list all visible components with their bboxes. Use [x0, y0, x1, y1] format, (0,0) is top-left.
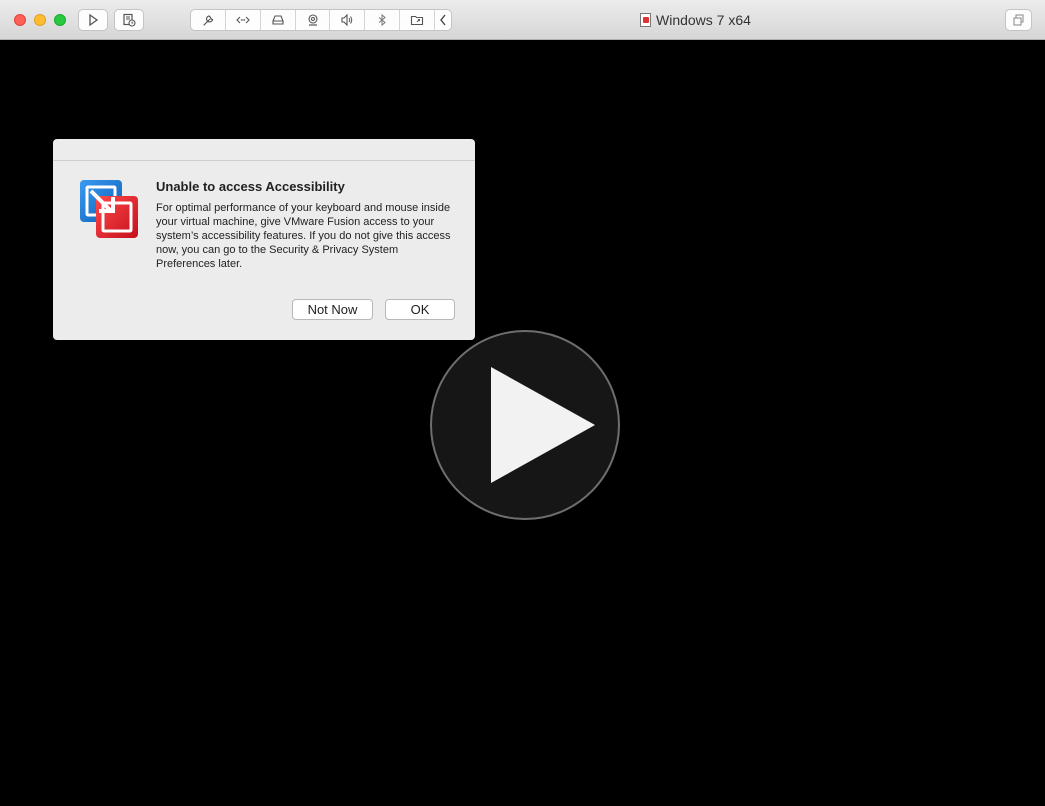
vm-window: Windows 7 x64 Unable to access Accessibi…	[0, 0, 1045, 806]
power-on-button[interactable]	[78, 9, 108, 31]
window-title-text: Windows 7 x64	[656, 12, 751, 28]
camera-icon	[307, 14, 318, 26]
close-window-button[interactable]	[14, 14, 26, 26]
device-toolbar-group	[190, 9, 452, 31]
wrench-icon	[203, 15, 214, 26]
settings-button[interactable]	[191, 10, 226, 30]
vm-play-button[interactable]	[430, 330, 620, 520]
shared-folders-button[interactable]	[400, 10, 436, 30]
sound-icon	[341, 13, 353, 27]
camera-button[interactable]	[296, 10, 331, 30]
dialog-title: Unable to access Accessibility	[156, 179, 345, 194]
restore-button[interactable]	[1005, 9, 1032, 31]
snapshot-button[interactable]	[114, 9, 144, 31]
dialog-message: For optimal performance of your keyboard…	[156, 202, 451, 270]
disk-drive-icon	[272, 15, 284, 25]
window-title: Windows 7 x64	[640, 0, 751, 40]
vmware-fusion-icon	[80, 180, 138, 238]
toolbar-overflow-button[interactable]	[435, 10, 451, 30]
ok-button[interactable]: OK	[385, 299, 455, 320]
bluetooth-button[interactable]	[365, 10, 401, 30]
hard-disk-button[interactable]	[261, 10, 296, 30]
chevron-left-icon	[440, 14, 446, 26]
accessibility-alert-dialog: Unable to access Accessibility For optim…	[53, 139, 475, 340]
bluetooth-icon	[378, 13, 386, 27]
vm-document-icon	[640, 13, 651, 27]
shared-folder-icon	[411, 15, 424, 26]
dialog-header-divider	[53, 160, 475, 161]
snapshot-icon	[123, 13, 136, 27]
network-button[interactable]	[226, 10, 261, 30]
sound-button[interactable]	[330, 10, 366, 30]
play-icon	[89, 13, 99, 27]
restore-icon	[1013, 14, 1023, 26]
zoom-window-button[interactable]	[54, 14, 66, 26]
not-now-button[interactable]: Not Now	[292, 299, 373, 320]
minimize-window-button[interactable]	[34, 14, 46, 26]
title-bar: Windows 7 x64	[0, 0, 1045, 40]
network-icon	[236, 16, 250, 24]
play-icon	[491, 367, 595, 483]
